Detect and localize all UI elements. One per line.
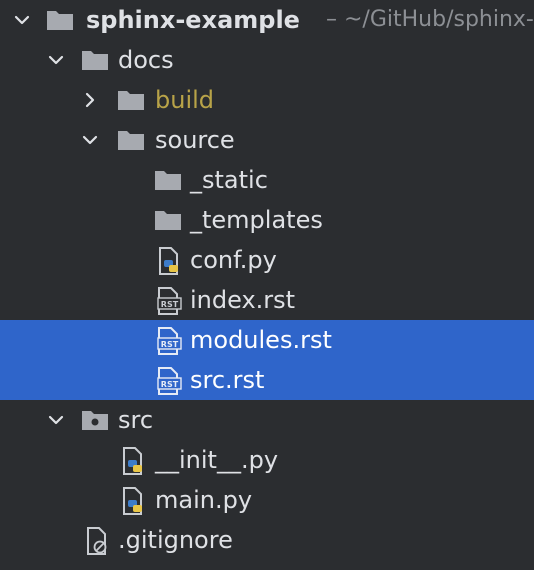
tree-row-build[interactable]: build — [0, 80, 534, 120]
tree-label-gitignore: .gitignore — [118, 526, 233, 554]
project-name: sphinx-example — [86, 6, 300, 34]
ignored-file-icon — [84, 527, 114, 555]
python-file-icon — [120, 447, 150, 475]
chevron-down-icon[interactable] — [80, 130, 100, 150]
tree-label-source: source — [155, 126, 235, 154]
python-file-icon — [120, 487, 150, 515]
tree-label-init: __init__.py — [155, 446, 279, 474]
tree-label-templates: _templates — [190, 206, 323, 234]
folder-icon — [80, 47, 110, 73]
folder-icon — [45, 7, 75, 33]
tree-row-conf-py[interactable]: conf.py — [0, 240, 534, 280]
chevron-down-icon[interactable] — [46, 410, 66, 430]
rst-file-icon: RST — [156, 287, 186, 315]
tree-row-source[interactable]: source — [0, 120, 534, 160]
project-tree: sphinx-example – ~/GitHub/sphinx-example… — [0, 0, 534, 570]
tree-label-docs: docs — [118, 46, 174, 74]
tree-label-static: _static — [190, 166, 268, 194]
tree-row-src-rst[interactable]: RST src.rst — [0, 360, 534, 400]
tree-label-conf: conf.py — [190, 246, 277, 274]
svg-text:RST: RST — [161, 300, 179, 309]
folder-icon — [116, 127, 146, 153]
tree-row-static[interactable]: _static — [0, 160, 534, 200]
chevron-down-icon[interactable] — [46, 50, 66, 70]
tree-label-main: main.py — [155, 486, 253, 514]
python-file-icon — [156, 247, 186, 275]
tree-row-main-py[interactable]: main.py — [0, 480, 534, 520]
folder-icon — [153, 207, 183, 233]
folder-icon — [153, 167, 183, 193]
tree-row-src[interactable]: src — [0, 400, 534, 440]
chevron-right-icon[interactable] — [80, 90, 100, 110]
chevron-down-icon[interactable] — [12, 10, 32, 30]
tree-row-modules-rst[interactable]: RST modules.rst — [0, 320, 534, 360]
tree-label-index: index.rst — [190, 286, 296, 314]
tree-label-modules: modules.rst — [190, 326, 332, 354]
rst-file-icon: RST — [156, 367, 186, 395]
tree-label-src-rst: src.rst — [190, 366, 265, 394]
tree-row-index-rst[interactable]: RST index.rst — [0, 280, 534, 320]
module-folder-icon — [80, 407, 110, 433]
tree-label-build: build — [155, 86, 215, 114]
tree-row-sphinx-example[interactable]: sphinx-example – ~/GitHub/sphinx-example — [0, 0, 534, 40]
project-path: – ~/GitHub/sphinx-example — [326, 7, 534, 32]
tree-row-docs[interactable]: docs — [0, 40, 534, 80]
tree-row-templates[interactable]: _templates — [0, 200, 534, 240]
svg-text:RST: RST — [161, 340, 179, 349]
svg-text:RST: RST — [161, 380, 179, 389]
tree-row-gitignore[interactable]: .gitignore — [0, 520, 534, 560]
rst-file-icon: RST — [156, 327, 186, 355]
tree-row-init-py[interactable]: __init__.py — [0, 440, 534, 480]
folder-icon — [116, 87, 146, 113]
tree-label-src: src — [118, 406, 154, 434]
